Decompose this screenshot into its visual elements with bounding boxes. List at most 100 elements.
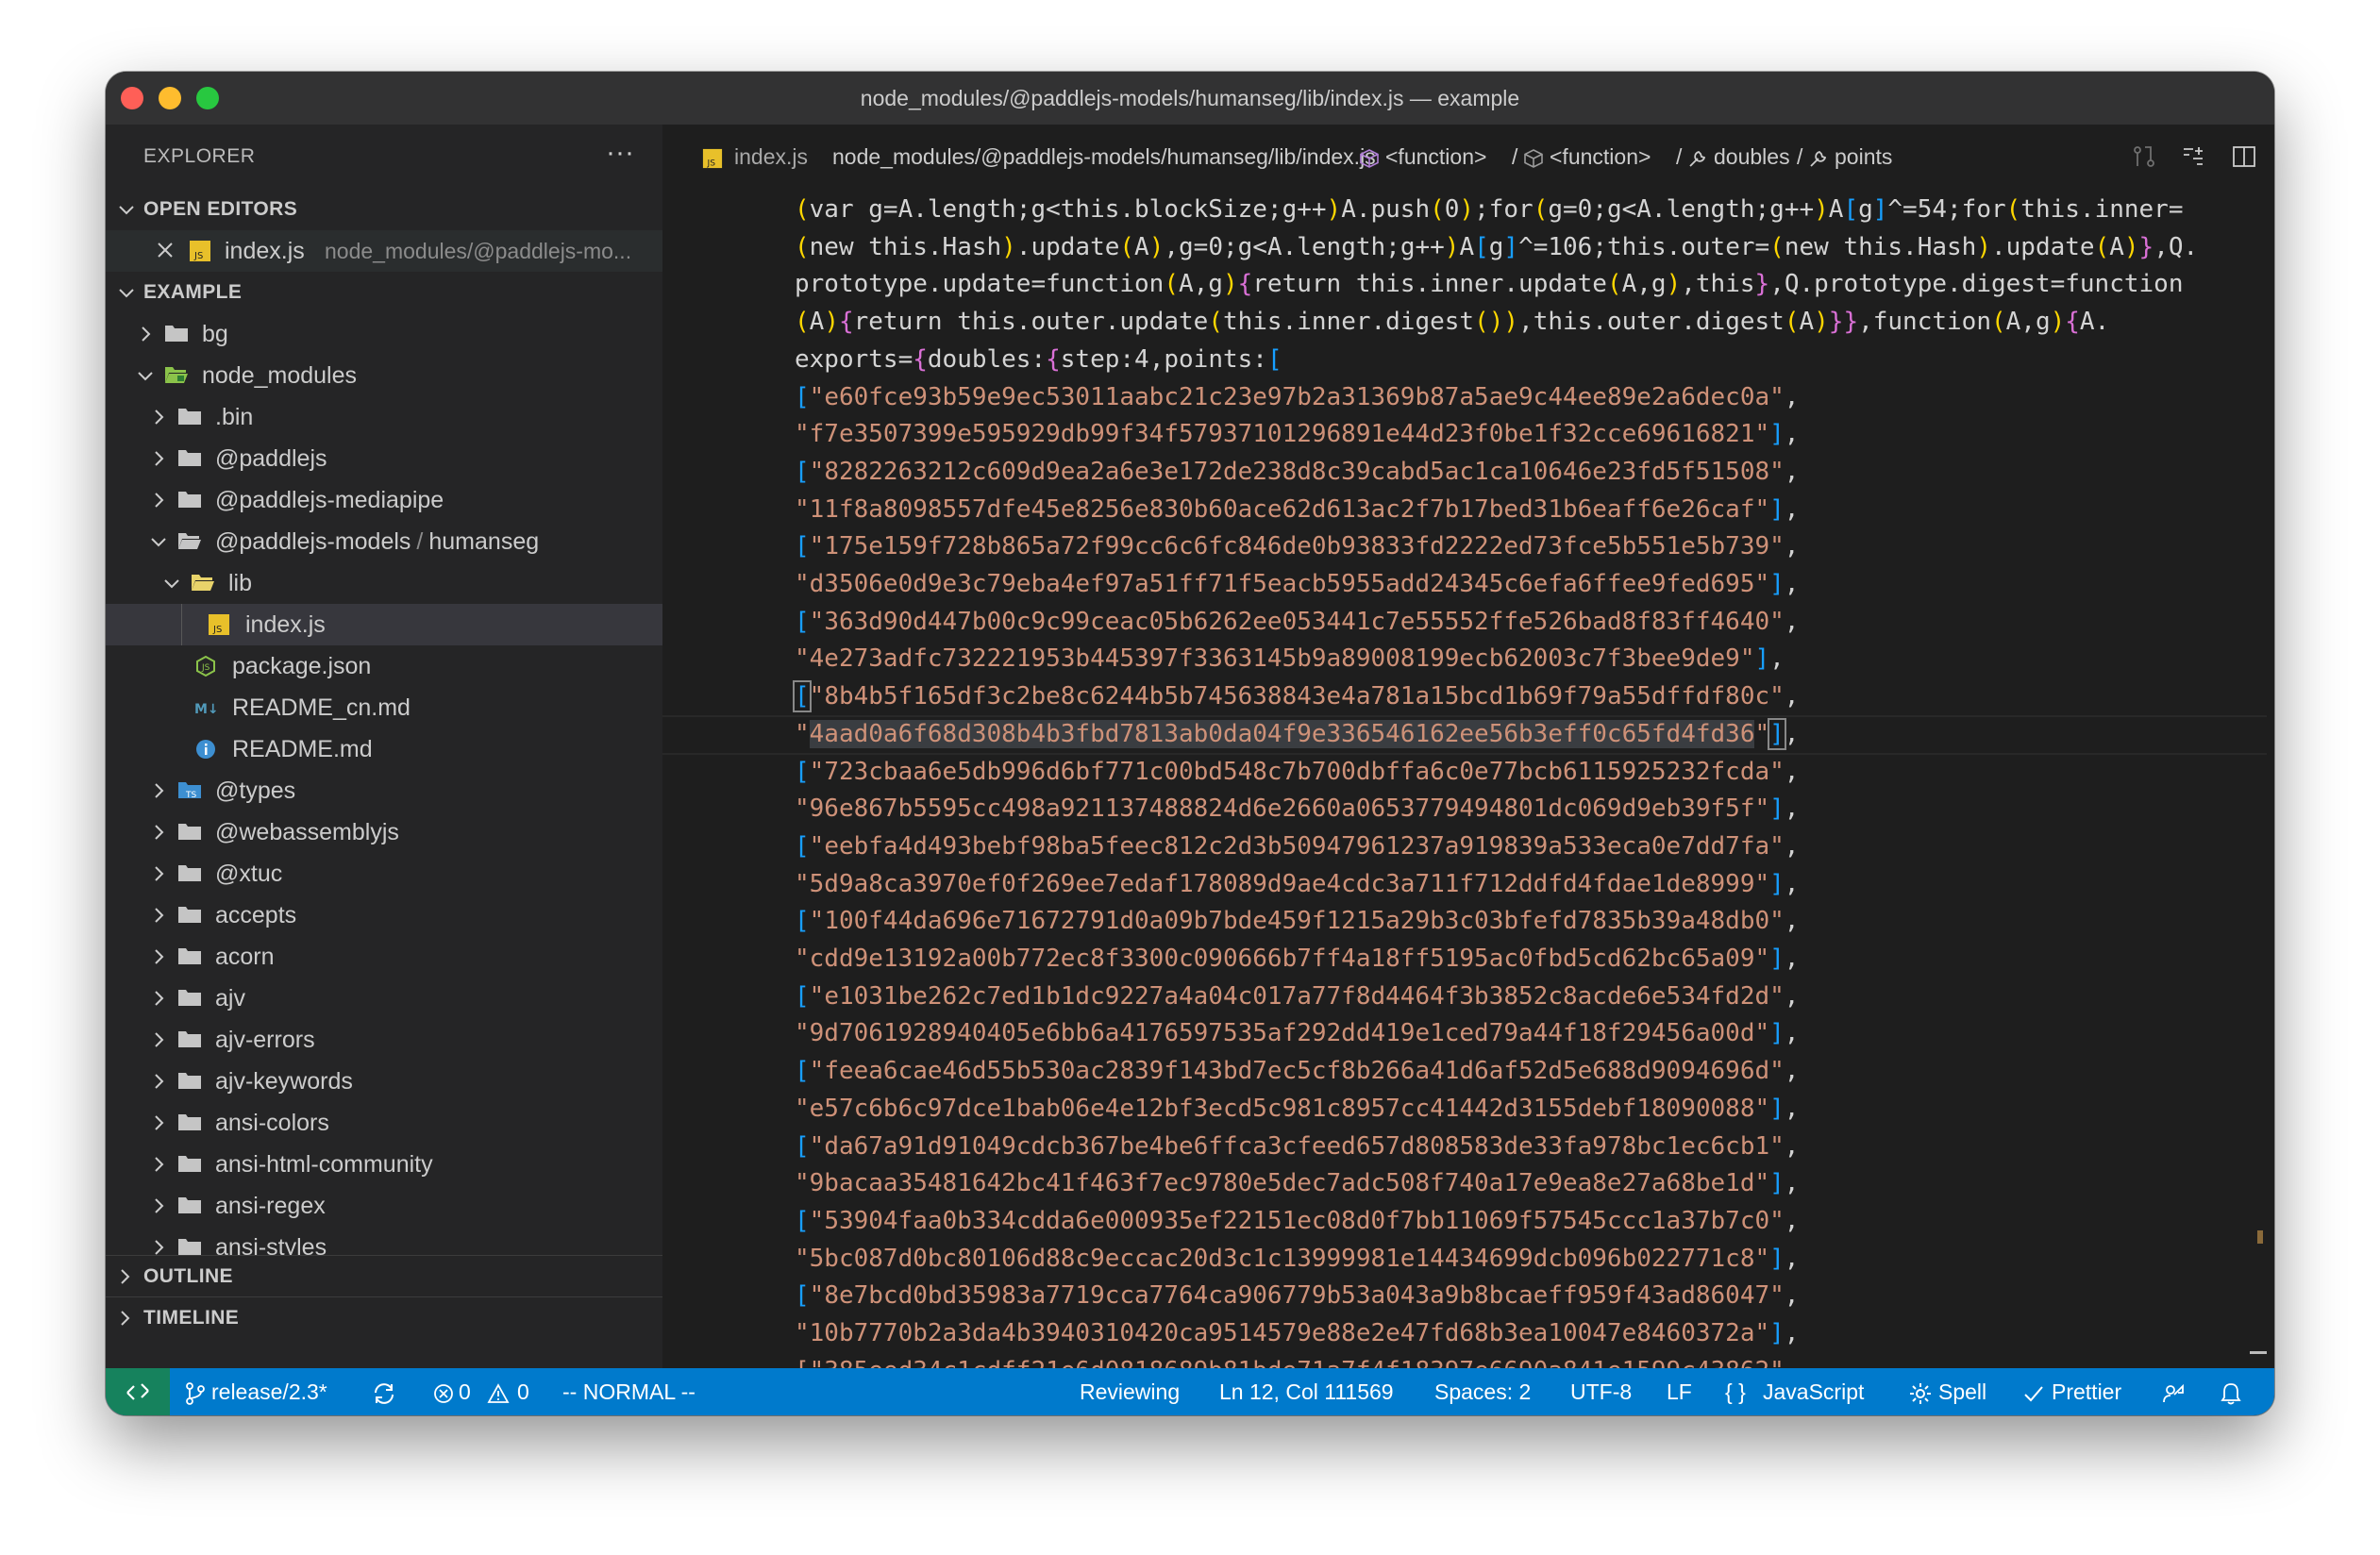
open-editors-section[interactable]: OPEN EDITORS <box>106 189 662 230</box>
code-line: "e57c6b6c97dce1bab06e4e12bf3ecd5c981c895… <box>795 1095 1800 1123</box>
tree-item-label: accepts <box>215 902 297 928</box>
errors-icon[interactable] <box>432 1368 455 1415</box>
js-file-icon: JS <box>208 613 232 636</box>
folder-lib[interactable]: lib <box>106 562 662 604</box>
svg-text:JS: JS <box>193 251 203 261</box>
warnings-count[interactable]: 0 <box>517 1368 529 1415</box>
folder-acorn[interactable]: acorn <box>106 936 662 978</box>
code-line: ["175e159f728b865a72f99cc6c6fc846de0b938… <box>795 532 1800 560</box>
folder-xtuc[interactable]: @xtuc <box>106 853 662 895</box>
folder-icon <box>177 1112 202 1134</box>
js-file-icon: JS <box>189 240 213 262</box>
folder-ansi-colors[interactable]: ansi-colors <box>106 1102 662 1144</box>
split-editor-icon[interactable] <box>2231 143 2259 172</box>
errors-count[interactable]: 0 <box>459 1368 471 1415</box>
code-line: "5d9a8ca3970ef0f269ee7edaf178089d9ae4cdc… <box>795 870 1800 898</box>
code-line: ["8282263212c609d9ea2a6e3e172de238d8c39c… <box>795 458 1800 486</box>
breadcrumb-prop-doubles[interactable]: doubles <box>1714 125 1790 189</box>
folder-icon <box>177 862 202 885</box>
branch-status[interactable]: release/2.3* <box>211 1368 327 1415</box>
chevron-right-icon <box>147 853 170 895</box>
warning-icon[interactable] <box>487 1368 510 1415</box>
breadcrumb-path[interactable]: node_modules/@paddlejs-models/humanseg/l… <box>832 125 1376 189</box>
braces-icon: { } <box>1725 1379 1746 1404</box>
breadcrumb-file[interactable]: index.js <box>734 125 808 189</box>
language-mode[interactable]: JavaScript <box>1763 1368 1864 1415</box>
breadcrumb-function-1[interactable]: <function> <box>1385 125 1486 189</box>
chevron-right-icon <box>115 1267 134 1291</box>
more-actions-icon[interactable]: ··· <box>606 125 634 189</box>
folder-paddlejs[interactable]: @paddlejs <box>106 438 662 479</box>
indentation[interactable]: Spaces: 2 <box>1434 1368 1531 1415</box>
chevron-right-icon <box>147 895 170 936</box>
close-editor-icon[interactable] <box>155 240 179 262</box>
chevron-right-icon <box>115 1309 134 1332</box>
folder-bin[interactable]: .bin <box>106 396 662 438</box>
window-title: node_modules/@paddlejs-models/humanseg/l… <box>860 86 1520 110</box>
folder-node-modules[interactable]: node_modules <box>106 355 662 396</box>
folder-ajv[interactable]: ajv <box>106 978 662 1019</box>
folder-webassemblyjs[interactable]: @webassemblyjs <box>106 811 662 853</box>
folder-ansi-regex[interactable]: ansi-regex <box>106 1185 662 1227</box>
code-line: ["eebfa4d493bebf98ba5feec812c2d3b5094796… <box>795 832 1800 861</box>
open-changes-icon[interactable] <box>2131 143 2159 172</box>
chevron-right-icon <box>147 811 170 853</box>
tree-item-label: ansi-colors <box>215 1110 329 1136</box>
folder-ajv-keywords[interactable]: ajv-keywords <box>106 1061 662 1102</box>
svg-text:TS: TS <box>185 791 196 800</box>
status-bar: release/2.3* 0 0 -- NORMAL -- Reviewing … <box>106 1368 2274 1415</box>
chevron-down-icon <box>115 189 138 230</box>
folder-icon <box>164 323 189 345</box>
file-readme-cn[interactable]: M↓ README_cn.md <box>106 687 662 728</box>
folder-ansi-html-community[interactable]: ansi-html-community <box>106 1144 662 1185</box>
code-line: ["53904faa0b334cdda6e000935ef22151ec08d0… <box>795 1207 1800 1235</box>
feedback-icon[interactable] <box>2161 1368 2186 1415</box>
breadcrumb-function-2[interactable]: <function> <box>1550 125 1651 189</box>
encoding[interactable]: UTF-8 <box>1570 1368 1632 1415</box>
file-index-js[interactable]: JS index.js <box>106 604 662 645</box>
json-file-icon: JS <box>194 655 219 677</box>
breadcrumb-prop-points[interactable]: points <box>1835 125 1892 189</box>
tree-item-label: @paddlejs <box>215 445 327 472</box>
line-ending[interactable]: LF <box>1667 1368 1692 1415</box>
tree-item-label: ajv <box>215 985 245 1012</box>
code-line: "4aad0a6f68d308b4b3fbd7813ab0da04f9e3365… <box>795 718 1800 750</box>
folder-accepts[interactable]: accepts <box>106 895 662 936</box>
tree-item-label: package.json <box>232 653 372 679</box>
remote-indicator[interactable] <box>106 1368 170 1415</box>
spell-check[interactable]: Spell <box>1938 1368 1986 1415</box>
chevron-right-icon <box>134 313 157 355</box>
compare-icon[interactable] <box>2180 143 2208 172</box>
cursor-position[interactable]: Ln 12, Col 111569 <box>1219 1368 1394 1415</box>
folder-bg[interactable]: bg <box>106 313 662 355</box>
code-line: "9d7061928940405e6bb6a4176597535af292dd4… <box>795 1019 1800 1047</box>
timeline-label: TIMELINE <box>143 1307 240 1329</box>
workspace-section[interactable]: EXAMPLE <box>106 272 662 313</box>
file-readme[interactable]: README.md <box>106 728 662 770</box>
outline-section[interactable]: OUTLINE <box>106 1255 662 1297</box>
file-package-json[interactable]: JS package.json <box>106 645 662 687</box>
reviewing-status[interactable]: Reviewing <box>1080 1368 1180 1415</box>
folder-paddlejs-mediapipe[interactable]: @paddlejs-mediapipe <box>106 479 662 521</box>
vim-mode: -- NORMAL -- <box>562 1379 696 1404</box>
code-line: (new this.Hash).update(A),g=0;g<A.length… <box>795 233 2199 261</box>
open-editor-path: node_modules/@paddlejs-mo... <box>325 239 632 263</box>
bell-icon[interactable] <box>2220 1368 2242 1415</box>
code-line: ["da67a91d91049cdcb367be4be6ffca3cfeed65… <box>795 1132 1800 1161</box>
folder-types[interactable]: TS @types <box>106 770 662 811</box>
git-branch-icon <box>185 1368 206 1415</box>
prettier-status[interactable]: Prettier <box>2052 1368 2121 1415</box>
sync-icon[interactable] <box>372 1368 396 1415</box>
folder-paddlejs-models-humanseg[interactable]: @paddlejs-models / humanseg <box>106 521 662 562</box>
tree-item-label: README.md <box>232 736 373 762</box>
cube-icon <box>1359 125 1380 189</box>
open-editor-item[interactable]: JS index.js node_modules/@paddlejs-mo... <box>106 230 662 272</box>
timeline-section[interactable]: TIMELINE <box>106 1296 662 1339</box>
code-line: ["100f44da696e71672791d0a09b7bde459f1215… <box>795 907 1800 935</box>
code-line: "96e867b5595cc498a921137488824d6e2660a06… <box>795 794 1800 823</box>
svg-text:JS: JS <box>201 663 210 673</box>
tree-item-label: .bin <box>215 404 254 430</box>
folder-ajv-errors[interactable]: ajv-errors <box>106 1019 662 1061</box>
chevron-right-icon <box>147 396 170 438</box>
chevron-down-icon <box>115 272 138 313</box>
